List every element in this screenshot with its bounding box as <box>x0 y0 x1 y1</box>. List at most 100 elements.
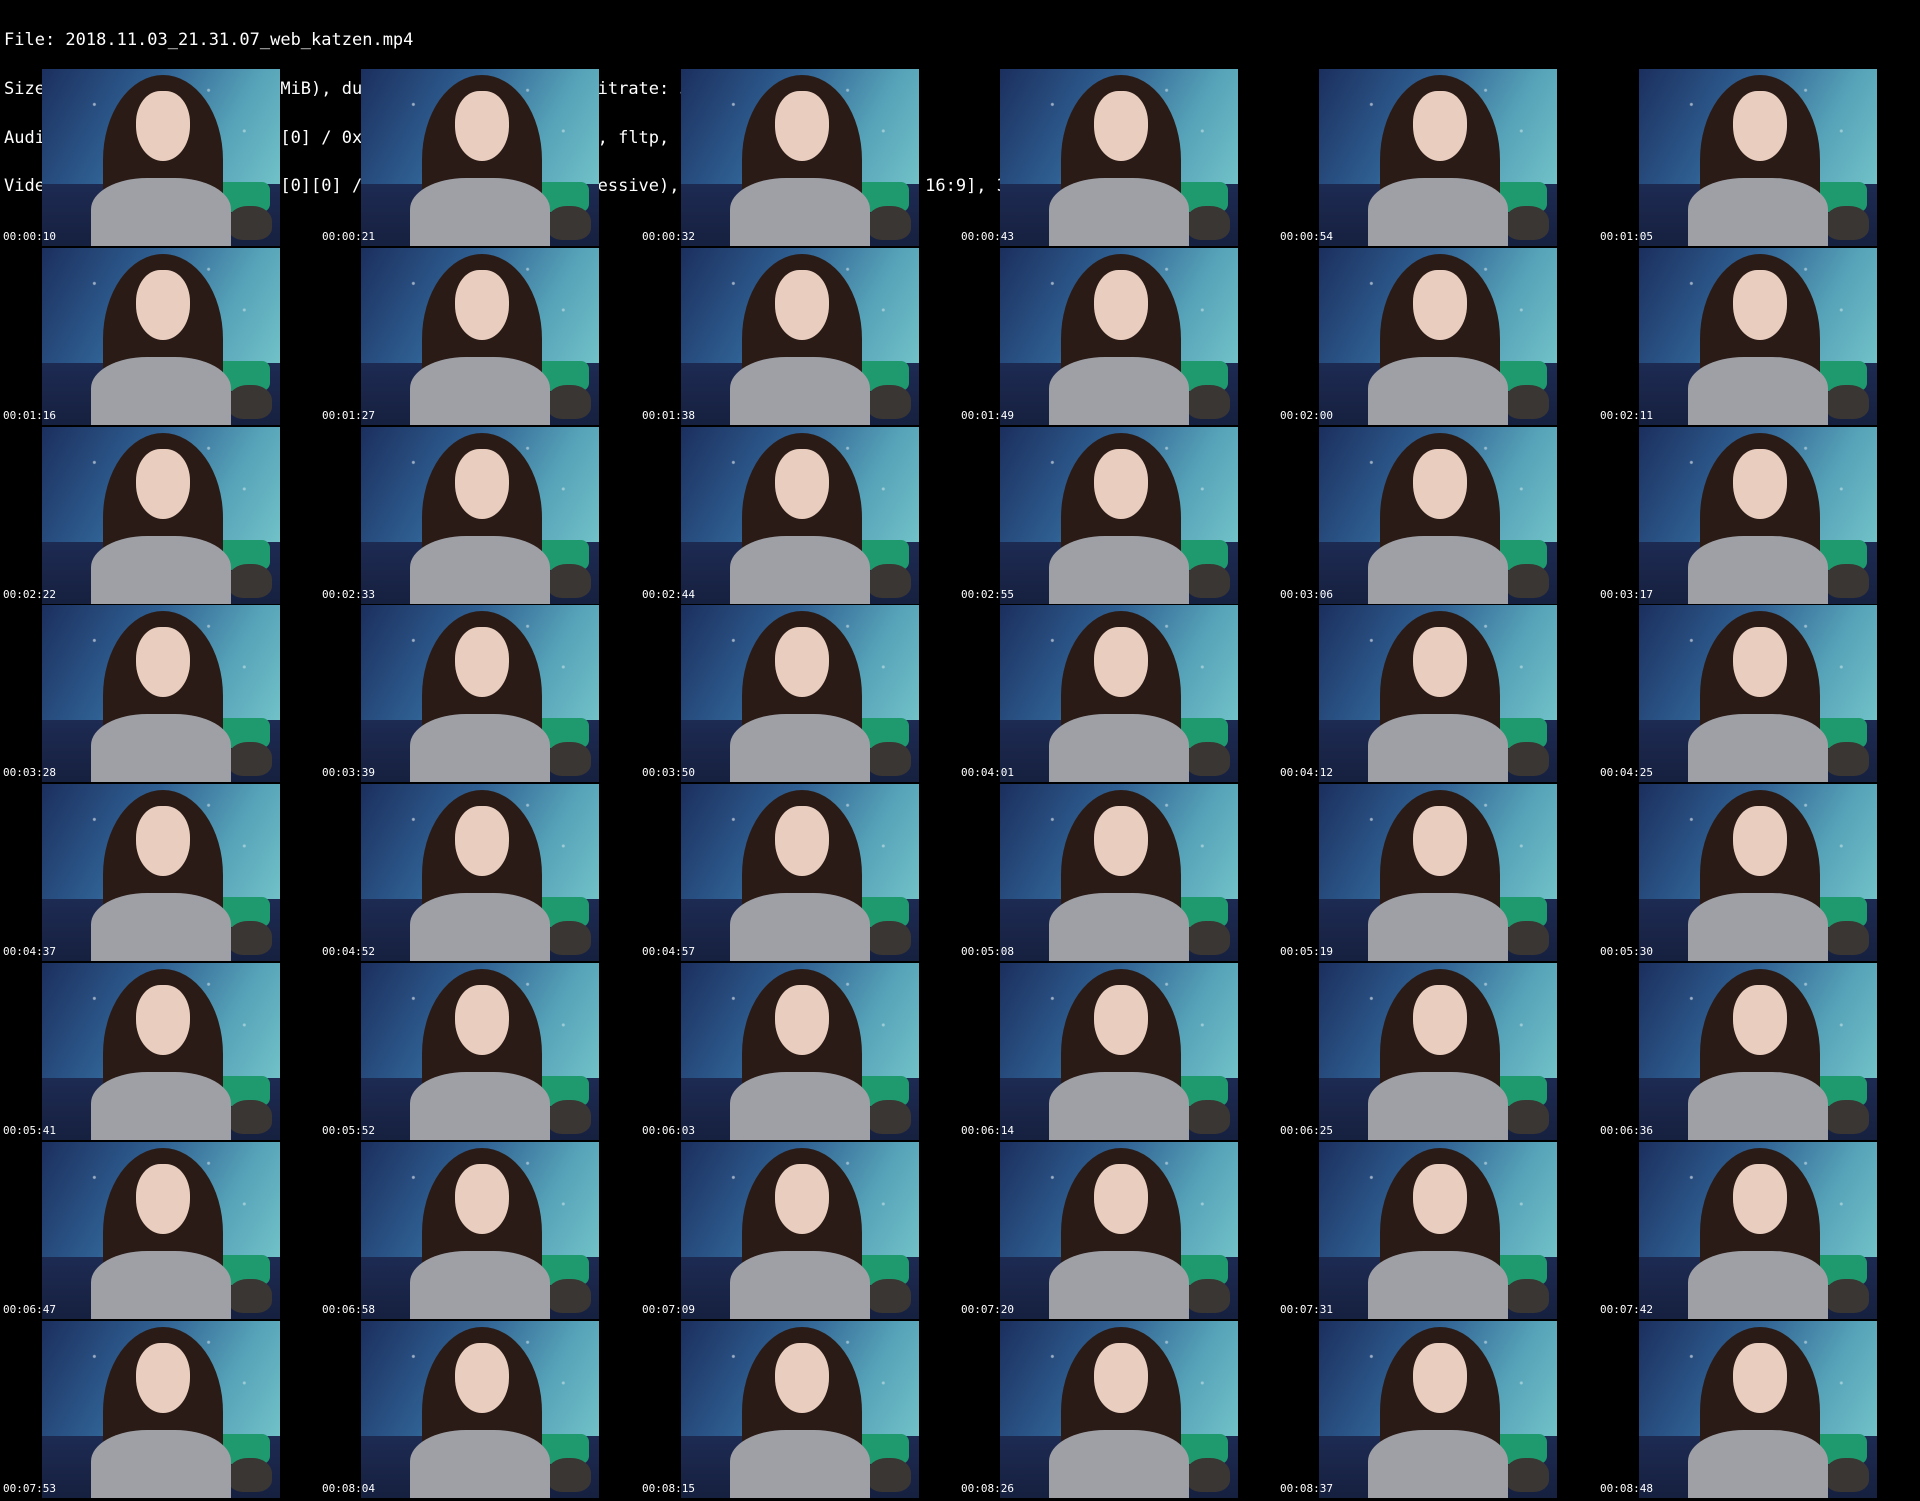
thumbnail-cell[interactable]: 00:04:12 <box>1277 604 1596 782</box>
thumbnail-cell[interactable]: 00:00:10 <box>0 68 319 246</box>
thumbnail-cell[interactable]: 00:02:33 <box>319 426 638 604</box>
frame-face <box>455 806 509 876</box>
thumbnail-cell[interactable]: 00:00:43 <box>958 68 1277 246</box>
thumbnail-cell[interactable]: 00:06:03 <box>639 962 958 1140</box>
frame-shirt <box>730 357 870 425</box>
frame-face <box>1733 627 1787 697</box>
thumbnail-cell[interactable]: 00:05:30 <box>1597 783 1916 961</box>
frame-shirt <box>1688 357 1828 425</box>
frame-cat <box>1825 921 1869 955</box>
thumbnail-cell[interactable]: 00:06:36 <box>1597 962 1916 1140</box>
timestamp-label: 00:05:30 <box>1600 945 1653 958</box>
timestamp-label: 00:07:20 <box>961 1303 1014 1316</box>
frame-face <box>136 270 190 340</box>
frame-shirt <box>91 357 231 425</box>
thumbnail-cell[interactable]: 00:06:25 <box>1277 962 1596 1140</box>
thumbnail-cell[interactable]: 00:07:20 <box>958 1141 1277 1319</box>
frame-cat <box>228 742 272 776</box>
video-frame-thumbnail <box>1639 605 1877 782</box>
thumbnail-cell[interactable]: 00:04:37 <box>0 783 319 961</box>
thumbnail-cell[interactable]: 00:01:27 <box>319 247 638 425</box>
thumbnail-cell[interactable]: 00:05:08 <box>958 783 1277 961</box>
thumbnail-cell[interactable]: 00:01:49 <box>958 247 1277 425</box>
frame-cat <box>1186 206 1230 240</box>
timestamp-label: 00:04:12 <box>1280 766 1333 779</box>
thumbnail-cell[interactable]: 00:02:00 <box>1277 247 1596 425</box>
video-frame-thumbnail <box>1639 963 1877 1140</box>
thumbnail-cell[interactable]: 00:00:32 <box>639 68 958 246</box>
timestamp-label: 00:08:15 <box>642 1482 695 1495</box>
video-frame-thumbnail <box>1639 69 1877 246</box>
thumbnail-cell[interactable]: 00:04:57 <box>639 783 958 961</box>
frame-shirt <box>1688 1251 1828 1319</box>
frame-shirt <box>1688 1430 1828 1498</box>
thumbnail-cell[interactable]: 00:03:39 <box>319 604 638 782</box>
thumbnail-cell[interactable]: 00:07:53 <box>0 1320 319 1498</box>
thumbnail-cell[interactable]: 00:01:16 <box>0 247 319 425</box>
thumbnail-cell[interactable]: 00:08:15 <box>639 1320 958 1498</box>
thumbnail-cell[interactable]: 00:04:52 <box>319 783 638 961</box>
frame-shirt <box>1049 357 1189 425</box>
frame-cat <box>1825 1458 1869 1492</box>
frame-shirt <box>410 1251 550 1319</box>
thumbnail-cell[interactable]: 00:05:52 <box>319 962 638 1140</box>
video-frame-thumbnail <box>1000 248 1238 425</box>
thumbnail-cell[interactable]: 00:07:42 <box>1597 1141 1916 1319</box>
frame-cat <box>867 385 911 419</box>
thumbnail-cell[interactable]: 00:03:06 <box>1277 426 1596 604</box>
frame-cat <box>228 921 272 955</box>
video-frame-thumbnail <box>681 248 919 425</box>
thumbnail-cell[interactable]: 00:08:48 <box>1597 1320 1916 1498</box>
thumbnail-cell[interactable]: 00:08:26 <box>958 1320 1277 1498</box>
frame-shirt <box>1368 536 1508 604</box>
thumbnail-cell[interactable]: 00:06:47 <box>0 1141 319 1319</box>
thumbnail-cell[interactable]: 00:02:22 <box>0 426 319 604</box>
frame-shirt <box>91 178 231 246</box>
thumbnail-cell[interactable]: 00:03:50 <box>639 604 958 782</box>
frame-cat <box>547 742 591 776</box>
thumbnail-cell[interactable]: 00:05:41 <box>0 962 319 1140</box>
timestamp-label: 00:04:52 <box>322 945 375 958</box>
timestamp-label: 00:01:27 <box>322 409 375 422</box>
timestamp-label: 00:07:53 <box>3 1482 56 1495</box>
thumbnail-cell[interactable]: 00:08:37 <box>1277 1320 1596 1498</box>
thumbnail-cell[interactable]: 00:04:25 <box>1597 604 1916 782</box>
thumbnail-cell[interactable]: 00:00:21 <box>319 68 638 246</box>
frame-cat <box>1505 921 1549 955</box>
thumbnail-cell[interactable]: 00:06:14 <box>958 962 1277 1140</box>
video-frame-thumbnail <box>1319 248 1557 425</box>
thumbnail-cell[interactable]: 00:07:09 <box>639 1141 958 1319</box>
frame-face <box>1413 449 1467 519</box>
frame-face <box>1094 627 1148 697</box>
frame-face <box>1094 449 1148 519</box>
frame-face <box>455 985 509 1055</box>
thumbnail-cell[interactable]: 00:01:38 <box>639 247 958 425</box>
frame-cat <box>547 206 591 240</box>
frame-cat <box>1186 385 1230 419</box>
frame-cat <box>1186 921 1230 955</box>
thumbnail-cell[interactable]: 00:03:17 <box>1597 426 1916 604</box>
thumbnail-cell[interactable]: 00:03:28 <box>0 604 319 782</box>
thumbnail-cell[interactable]: 00:00:54 <box>1277 68 1596 246</box>
thumbnail-cell[interactable]: 00:01:05 <box>1597 68 1916 246</box>
frame-shirt <box>730 714 870 782</box>
video-frame-thumbnail <box>361 1142 599 1319</box>
thumbnail-cell[interactable]: 00:02:11 <box>1597 247 1916 425</box>
thumbnail-cell[interactable]: 00:05:19 <box>1277 783 1596 961</box>
thumbnail-cell[interactable]: 00:02:44 <box>639 426 958 604</box>
frame-shirt <box>410 714 550 782</box>
thumbnail-cell[interactable]: 00:07:31 <box>1277 1141 1596 1319</box>
timestamp-label: 00:03:28 <box>3 766 56 779</box>
thumbnail-cell[interactable]: 00:08:04 <box>319 1320 638 1498</box>
thumbnail-cell[interactable]: 00:06:58 <box>319 1141 638 1319</box>
video-frame-thumbnail <box>1319 69 1557 246</box>
thumbnail-cell[interactable]: 00:04:01 <box>958 604 1277 782</box>
frame-shirt <box>1049 1430 1189 1498</box>
video-frame-thumbnail <box>681 605 919 782</box>
timestamp-label: 00:01:49 <box>961 409 1014 422</box>
video-frame-thumbnail <box>361 248 599 425</box>
frame-shirt <box>410 1072 550 1140</box>
thumbnail-cell[interactable]: 00:02:55 <box>958 426 1277 604</box>
frame-shirt <box>91 1072 231 1140</box>
frame-cat <box>228 385 272 419</box>
